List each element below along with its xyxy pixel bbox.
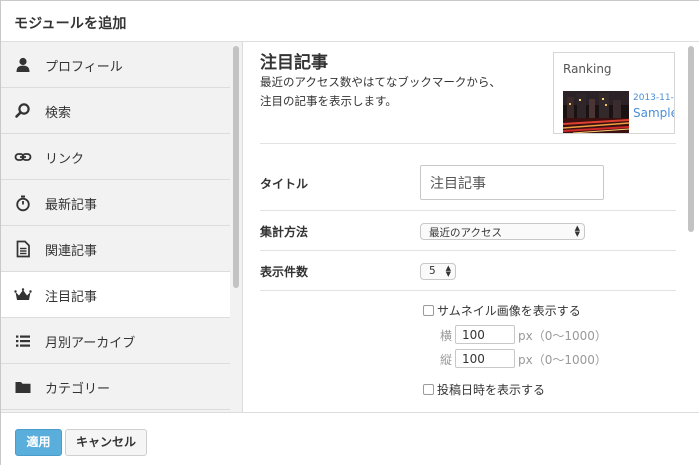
crown-icon xyxy=(14,286,32,304)
show-post-date-checkbox[interactable] xyxy=(423,384,434,395)
divider xyxy=(260,290,676,291)
module-settings-panel: 注目記事 最近のアクセス数やはてなブックマークから、注目の記事を表示します。 R… xyxy=(244,42,699,412)
display-count-select[interactable]: 5 ▲ ▼ xyxy=(420,263,456,280)
aggregation-method-value: 最近のアクセス xyxy=(429,227,502,239)
preview-heading: Ranking xyxy=(563,62,612,76)
sidebar-item-label: 検索 xyxy=(45,106,72,121)
thumbnail-width-unit: px（0〜1000） xyxy=(518,329,607,343)
sidebar-item-category[interactable]: カテゴリー xyxy=(1,364,230,410)
link-icon xyxy=(14,148,32,166)
display-count-label: 表示件数 xyxy=(260,265,309,279)
dialog-footer: 適用 キャンセル xyxy=(1,412,699,465)
sidebar-item-label: 月別アーカイブ xyxy=(45,336,136,351)
document-icon xyxy=(14,240,32,258)
sidebar-scrollbar[interactable] xyxy=(233,46,239,288)
module-title: 注目記事 xyxy=(260,53,328,73)
display-count-value: 5 xyxy=(429,265,436,277)
sidebar-item-search[interactable]: 検索 xyxy=(1,88,230,134)
add-module-dialog: モジュールを追加 プロフィール 検索 リンク 最新記事 関連記事 注目記事 月別… xyxy=(0,0,699,465)
person-icon xyxy=(14,56,32,74)
aggregation-method-select[interactable]: 最近のアクセス ▲ ▼ xyxy=(420,223,585,240)
sidebar-item-related-posts[interactable]: 関連記事 xyxy=(1,226,230,272)
show-thumbnail-option[interactable]: サムネイル画像を表示する xyxy=(423,302,581,319)
sidebar-item-label: 注目記事 xyxy=(45,290,98,305)
sidebar-item-label: リンク xyxy=(45,152,85,167)
title-input[interactable] xyxy=(420,165,604,200)
sidebar-item-label: 関連記事 xyxy=(45,244,98,259)
divider xyxy=(260,210,676,211)
dialog-title: モジュールを追加 xyxy=(14,16,127,32)
module-list-sidebar: プロフィール 検索 リンク 最新記事 関連記事 注目記事 月別アーカイブ カテゴ… xyxy=(1,42,243,412)
sidebar-item-label: カテゴリー xyxy=(45,382,111,397)
aggregation-method-label: 集計方法 xyxy=(260,225,309,239)
search-icon xyxy=(14,102,32,120)
content-scrollbar[interactable] xyxy=(688,46,694,232)
thumbnail-height-input[interactable] xyxy=(455,349,515,368)
divider xyxy=(260,250,676,251)
select-arrows-icon: ▲ ▼ xyxy=(574,224,580,238)
folder-icon xyxy=(14,378,32,396)
sidebar-item-featured-posts[interactable]: 注目記事 xyxy=(1,272,230,318)
module-description: 最近のアクセス数やはてなブックマークから、注目の記事を表示します。 xyxy=(260,75,501,108)
sidebar-item-link[interactable]: リンク xyxy=(1,134,230,180)
dialog-header: モジュールを追加 xyxy=(1,1,699,42)
title-field-label: タイトル xyxy=(260,177,309,191)
apply-button[interactable]: 適用 xyxy=(15,429,62,456)
module-preview: Ranking 2013-11-1 Sample xyxy=(553,52,675,134)
show-post-date-label: 投稿日時を表示する xyxy=(437,383,546,397)
stopwatch-icon xyxy=(14,194,32,212)
thumbnail-height-unit: px（0〜1000） xyxy=(518,353,607,367)
divider xyxy=(260,143,676,144)
sidebar-item-profile[interactable]: プロフィール xyxy=(1,42,230,88)
thumbnail-width-input[interactable] xyxy=(455,325,515,344)
sidebar-item-label: 最新記事 xyxy=(45,198,98,213)
preview-date: 2013-11-1 xyxy=(633,93,675,103)
select-arrows-icon: ▲ ▼ xyxy=(445,264,451,278)
thumbnail-height-label: 縦 xyxy=(440,353,453,367)
cancel-button[interactable]: キャンセル xyxy=(65,429,147,456)
preview-thumbnail xyxy=(563,91,629,133)
sidebar-item-recent-posts[interactable]: 最新記事 xyxy=(1,180,230,226)
sidebar-item-label: プロフィール xyxy=(45,60,123,75)
thumbnail-width-label: 横 xyxy=(440,329,453,343)
list-icon xyxy=(14,332,32,350)
preview-sample-link: Sample xyxy=(633,106,675,120)
show-thumbnail-label: サムネイル画像を表示する xyxy=(437,304,581,318)
sidebar-item-monthly-archive[interactable]: 月別アーカイブ xyxy=(1,318,230,364)
show-post-date-option[interactable]: 投稿日時を表示する xyxy=(423,381,545,398)
show-thumbnail-checkbox[interactable] xyxy=(423,305,434,316)
